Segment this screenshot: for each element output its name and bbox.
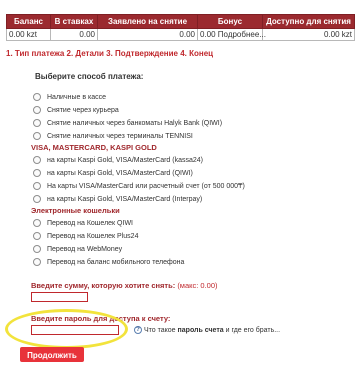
balance-table: Баланс В ставках Заявлено на снятие Бону… (6, 14, 355, 41)
option-halyk-atm[interactable]: Снятие наличных через банкоматы Halyk Ba… (33, 118, 222, 128)
header-bonus: Бонус (197, 14, 263, 29)
option-card-or-account[interactable]: На карты VISA/MasterCard или расчетный с… (33, 181, 245, 191)
cell-requested: 0.00 (97, 28, 198, 41)
header-requested-withdrawal: Заявлено на снятие (97, 14, 198, 29)
radio-button[interactable] (33, 258, 41, 266)
radio-button[interactable] (33, 182, 41, 190)
header-available: Доступно для снятия (262, 14, 355, 29)
option-label: на карты Kaspi Gold, VISA/MasterCard (In… (47, 195, 203, 203)
option-webmoney[interactable]: Перевод на WebMoney (33, 244, 122, 254)
balance-header-row: Баланс В ставках Заявлено на снятие Бону… (6, 14, 355, 29)
password-help-link[interactable]: ? Что такое пароль счета и где его брать… (134, 325, 280, 335)
option-label: Снятие через курьера (47, 106, 119, 114)
cell-bonus[interactable]: 0.00 Подробнее... (197, 28, 266, 41)
cell-available: 0.00 kzt (262, 28, 355, 41)
help-bold-text: пароль счета (177, 326, 224, 334)
group-title-wallets: Электронные кошельки (31, 206, 120, 215)
option-courier[interactable]: Снятие через курьера (33, 105, 119, 115)
continue-button[interactable]: Продолжить (20, 347, 84, 362)
payment-method-prompt: Выберите способ платежа: (35, 72, 144, 81)
option-kaspi-kassa24[interactable]: на карты Kaspi Gold, VISA/MasterCard (ka… (33, 155, 203, 165)
cell-in-bets: 0.00 (50, 28, 98, 41)
option-cash-desk[interactable]: Наличные в кассе (33, 92, 106, 102)
option-mobile-balance[interactable]: Перевод на баланс мобильного телефона (33, 257, 184, 267)
radio-button[interactable] (33, 156, 41, 164)
option-plus24-wallet[interactable]: Перевод на Кошелек Plus24 (33, 231, 138, 241)
help-suffix: и где его брать... (225, 326, 281, 334)
radio-button[interactable] (33, 195, 41, 203)
option-tennisi-terminal[interactable]: Снятие наличных через терминалы TENNISI (33, 131, 193, 141)
cell-balance: 0.00 kzt (6, 28, 51, 41)
help-prefix: Что такое (144, 326, 176, 334)
option-label: Снятие наличных через терминалы TENNISI (47, 132, 193, 140)
option-kaspi-qiwi[interactable]: на карты Kaspi Gold, VISA/MasterCard (QI… (33, 168, 193, 178)
option-qiwi-wallet[interactable]: Перевод на Кошелек QIWI (33, 218, 133, 228)
amount-input[interactable] (31, 292, 88, 302)
radio-button[interactable] (33, 169, 41, 177)
amount-max-hint: (макс: 0.00) (177, 281, 218, 290)
option-label: на карты Kaspi Gold, VISA/MasterCard (QI… (47, 169, 193, 177)
option-label: Снятие наличных через банкоматы Halyk Ba… (47, 119, 223, 127)
radio-button[interactable] (33, 132, 41, 140)
radio-button[interactable] (33, 119, 41, 127)
option-label: Наличные в кассе (47, 93, 106, 101)
option-label: Перевод на Кошелек QIWI (47, 219, 133, 227)
radio-button[interactable] (33, 232, 41, 240)
radio-button[interactable] (33, 93, 41, 101)
radio-button[interactable] (33, 245, 41, 253)
highlight-ellipse (5, 309, 128, 349)
option-label: Перевод на баланс мобильного телефона (47, 258, 185, 266)
table-row: 0.00 kzt 0.00 0.00 0.00 Подробнее... 0.0… (6, 28, 355, 41)
option-label: на карты Kaspi Gold, VISA/MasterCard (ka… (47, 156, 204, 164)
radio-button[interactable] (33, 219, 41, 227)
option-label: Перевод на WebMoney (47, 245, 123, 253)
amount-label: Введите сумму, которую хотите снять: (ма… (31, 281, 218, 290)
amount-label-text: Введите сумму, которую хотите снять: (31, 281, 176, 290)
radio-button[interactable] (33, 106, 41, 114)
header-in-bets: В ставках (50, 14, 98, 29)
option-label: Перевод на Кошелек Plus24 (47, 232, 139, 240)
question-icon: ? (134, 326, 142, 334)
group-title-cards: VISA, MASTERCARD, KASPI GOLD (31, 143, 157, 152)
option-label: На карты VISA/MasterCard или расчетный с… (47, 183, 245, 190)
option-kaspi-interpay[interactable]: на карты Kaspi Gold, VISA/MasterCard (In… (33, 194, 202, 204)
header-balance: Баланс (6, 14, 51, 29)
steps-breadcrumb: 1. Тип платежа 2. Детали 3. Подтверждени… (6, 49, 214, 58)
